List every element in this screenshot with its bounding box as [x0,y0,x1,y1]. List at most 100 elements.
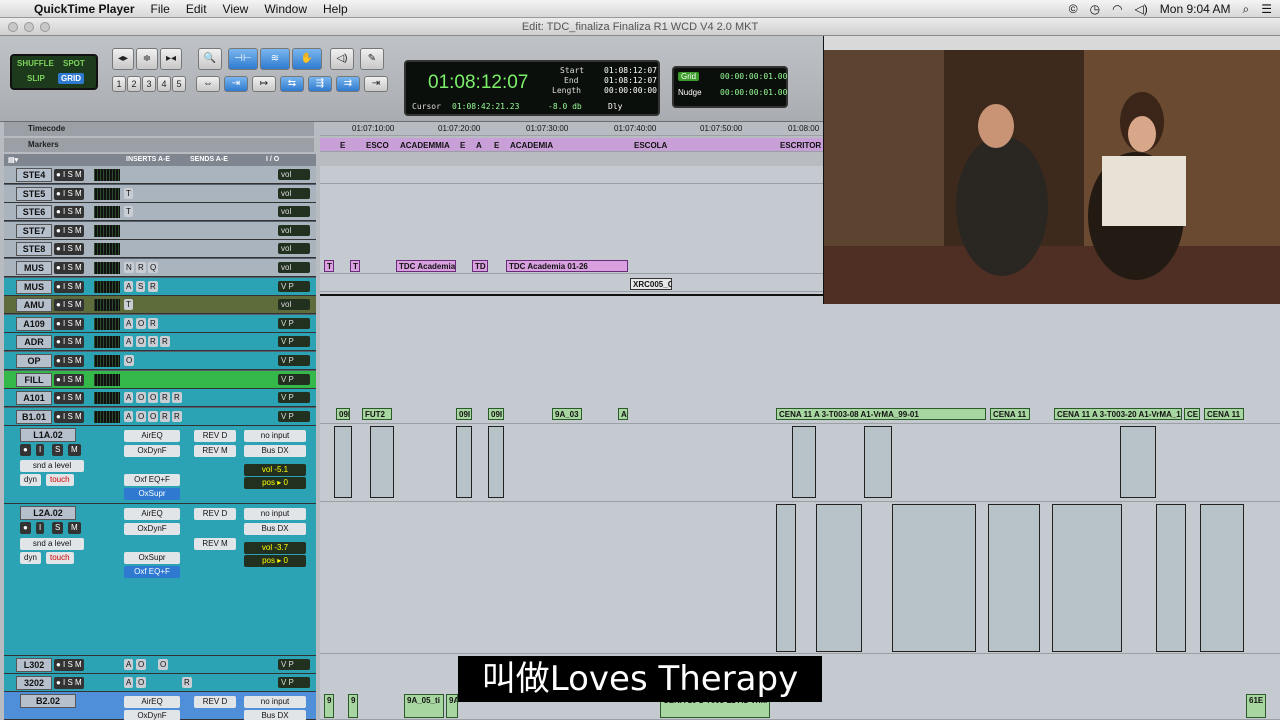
clip[interactable]: CENA 11 [1204,408,1244,420]
send-a[interactable]: REV D [194,508,236,520]
audio-region[interactable] [1120,426,1156,498]
insert-slot[interactable]: R [148,336,158,348]
marker-1[interactable]: ESCO [366,139,389,153]
track-view-selector[interactable]: vol [278,187,310,199]
menu-help[interactable]: Help [323,2,348,16]
insert-slot[interactable]: R [148,317,158,329]
clip[interactable]: CENA 11 [990,408,1030,420]
send-a[interactable]: REV D [194,696,236,708]
tab-to-transient-icon[interactable]: ⇔ [196,76,220,92]
record-button[interactable]: ● [20,444,31,456]
insert-slot[interactable]: A [124,336,134,348]
clip[interactable]: A [618,408,628,420]
insert-slot[interactable]: O [136,410,147,422]
insert-a[interactable]: AirEQ [124,696,180,708]
track-rism-buttons[interactable]: ● I S M [54,317,84,330]
clip[interactable]: 61E [1246,694,1266,718]
clip[interactable]: CENA 11 A 3-T003-08 A1-VrMA_99-01 [776,408,986,420]
insertion-follows-icon[interactable]: ↦ [252,76,276,92]
audio-region[interactable] [1156,504,1186,652]
track-name[interactable]: ADR [16,335,52,350]
start-value[interactable]: 01:08:12:07 [604,66,657,75]
send-b[interactable]: REV M [194,445,236,457]
audio-region[interactable] [988,504,1040,652]
nudge-value[interactable]: 00:00:00:01.00 [720,88,787,97]
track-rism-buttons[interactable]: ● I S M [54,677,84,689]
insert-a[interactable]: AirEQ [124,430,180,442]
insert-slot[interactable]: A [124,317,134,329]
zoom-preset-5[interactable]: 5 [172,76,186,92]
insert-a[interactable]: A [124,677,134,688]
track-row[interactable]: OP ● I S M O V P [4,352,316,370]
insert-slot[interactable]: Q [148,262,159,273]
track-view-selector[interactable]: V P [278,336,310,348]
track-row[interactable]: A109 ● I S M AOR V P [4,314,316,333]
track-name[interactable]: A109 [16,316,52,331]
track-rism-buttons[interactable]: ● I S M [54,355,84,367]
grabber-tool-icon[interactable]: ✋ [292,48,322,70]
clip[interactable]: TDC Academia 01-26 [506,260,628,272]
track-name[interactable]: MUS [16,279,52,294]
volume-readout[interactable]: vol -5.1 [244,464,306,476]
track-name[interactable]: STE8 [16,242,52,257]
insert-slot[interactable]: A [124,410,134,422]
audio-region[interactable] [1052,504,1122,652]
dly-label[interactable]: Dly [608,102,622,111]
keyboard-focus-icon[interactable]: ⇥ [364,76,388,92]
insert-b[interactable]: O [136,677,147,688]
time-machine-icon[interactable]: ◷ [1090,2,1100,16]
clip[interactable]: 9 [324,694,334,718]
search-icon[interactable]: ⌕ [1243,2,1250,17]
input-selector[interactable]: no input [244,430,306,442]
insert-e[interactable]: Oxf EQ+F [124,566,180,578]
audio-region[interactable] [864,426,892,498]
send-a[interactable]: REV D [194,430,236,442]
end-value[interactable]: 01:08:12:07 [604,76,657,85]
insert-slot[interactable]: O [136,392,147,404]
insert-a[interactable]: A [124,659,134,670]
track-rism-buttons[interactable]: ● I S M [54,224,84,237]
track-view-selector[interactable]: V P [278,317,310,329]
input-selector[interactable]: no input [244,508,306,520]
menu-window[interactable]: Window [264,2,307,16]
track-name[interactable]: L2A.02 [20,506,76,520]
track-view-selector[interactable]: V P [278,677,310,688]
lane-l2a02[interactable] [320,502,1280,654]
track-l2a02[interactable]: L2A.02 ● I S M snd a level dyn touch Air… [4,504,316,656]
pan-readout[interactable]: pos ▸ 0 [244,555,306,567]
insert-slot[interactable]: R [160,392,170,404]
clip[interactable]: 09I [456,408,472,420]
marker-2[interactable]: ACADEMMIA [400,139,450,153]
audio-region[interactable] [370,426,394,498]
insert-slot[interactable]: R [160,410,170,422]
track-view-selector[interactable]: vol [278,262,310,273]
send-level-selector[interactable]: snd a level [20,538,84,550]
audio-region[interactable] [1200,504,1244,652]
track-rism-buttons[interactable]: ● I S M [54,299,84,312]
insert-slot[interactable]: O [124,355,135,366]
scrubber-tool-icon[interactable]: ◁) [330,48,354,70]
insert-slot[interactable]: O [136,317,147,329]
track-view-selector[interactable]: vol [278,224,310,236]
track-rism-buttons[interactable]: ● I S M [54,373,84,386]
track-name[interactable]: MUS [16,261,52,275]
insert-b[interactable]: OxDynF [124,445,180,457]
output-selector[interactable]: Bus DX [244,710,306,720]
track-name[interactable]: STE6 [16,205,52,220]
length-value[interactable]: 00:00:00:00 [604,86,657,95]
lane-b101[interactable]: 09I FUT2 09I 09I 9A_03 A CENA 11 A 3-T00… [320,404,1280,424]
spot-mode-button[interactable]: SPOT [60,58,88,69]
minimize-window-button[interactable] [24,22,34,32]
marker-6[interactable]: ACADEMIA [510,139,553,153]
zoom-window-button[interactable] [40,22,50,32]
insert-b[interactable]: OxDynF [124,710,180,720]
output-selector[interactable]: Bus DX [244,523,306,535]
audio-region[interactable] [456,426,472,498]
link-track-icon[interactable]: ⇆ [280,76,304,92]
track-row[interactable]: STE6 ● I S M Tvol [4,203,316,222]
track-name[interactable]: STE7 [16,223,52,238]
clip[interactable]: 9A [446,694,458,718]
volume-icon[interactable]: ◁) [1135,2,1148,16]
track-row[interactable]: AMU ● I S M Tvol [4,296,316,315]
track-row[interactable]: STE7 ● I S M vol [4,221,316,240]
